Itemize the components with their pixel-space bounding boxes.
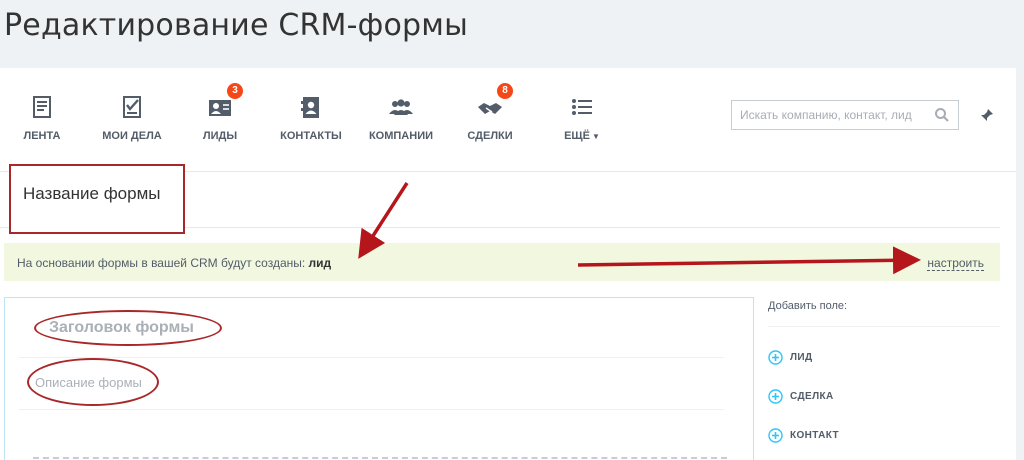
leads-badge: 3 <box>227 83 243 99</box>
nav-item-tasks[interactable]: Мои дела <box>100 94 164 142</box>
leads-icon: 3 <box>205 83 243 124</box>
page-title: Редактирование CRM-формы <box>4 8 468 43</box>
nav-item-leads[interactable]: 3 Лиды <box>196 83 244 142</box>
add-field-title: Добавить поле: <box>768 297 1000 327</box>
form-header-row: Заголовок формы <box>19 298 724 358</box>
notice-message: На основании формы в вашей CRM будут соз… <box>17 256 306 270</box>
nav-item-feed[interactable]: Лента <box>18 94 66 142</box>
search-icon[interactable] <box>934 107 950 123</box>
nav-label: Сделки <box>467 130 513 142</box>
add-field-sidebar: Добавить поле: Лид Сделка Контакт <box>768 297 1000 443</box>
nav-label-more: Ещё ▼ <box>560 130 604 142</box>
nav-label: Компании <box>368 130 434 142</box>
nav-item-deals[interactable]: 8 Сделки <box>464 83 516 142</box>
form-description-placeholder[interactable]: Описание формы <box>27 358 159 406</box>
notice-text: На основании формы в вашей CRM будут соз… <box>17 256 331 270</box>
feed-icon <box>27 94 57 124</box>
pin-icon[interactable] <box>980 108 994 122</box>
nav-label: Ещё <box>564 130 590 142</box>
deals-badge: 8 <box>497 83 513 99</box>
add-field-label: Лид <box>790 352 813 363</box>
tasks-icon <box>117 94 147 124</box>
top-nav: Лента Мои дела 3 Лиды Контакты К <box>0 68 1016 172</box>
form-name-field[interactable]: Название формы <box>9 164 185 234</box>
nav-item-contacts[interactable]: Контакты <box>278 94 344 142</box>
deals-icon: 8 <box>475 83 513 124</box>
drop-zone-divider <box>33 457 727 459</box>
add-field-label: Контакт <box>790 430 840 441</box>
notice-entity: лид <box>308 256 332 270</box>
more-icon <box>567 94 597 124</box>
nav-item-more[interactable]: Ещё ▼ <box>560 94 604 142</box>
nav-label: Лента <box>23 130 61 142</box>
form-name-row: Название формы <box>0 164 1000 234</box>
chevron-down-icon: ▼ <box>591 132 600 141</box>
entity-notice: На основании формы в вашей CRM будут соз… <box>4 243 1000 281</box>
plus-icon <box>768 389 783 404</box>
form-header-placeholder[interactable]: Заголовок формы <box>34 310 222 346</box>
add-field-label: Сделка <box>790 391 834 402</box>
companies-icon <box>386 94 416 124</box>
plus-icon <box>768 428 783 443</box>
search-box <box>731 100 959 130</box>
nav-label: Мои дела <box>102 130 162 142</box>
nav-label: Лиды <box>202 130 238 142</box>
configure-link[interactable]: настроить <box>927 256 984 271</box>
form-description-row: Описание формы <box>19 358 724 410</box>
search-input[interactable] <box>732 101 928 129</box>
nav-item-companies[interactable]: Компании <box>366 94 436 142</box>
contacts-icon <box>296 94 326 124</box>
plus-icon <box>768 350 783 365</box>
nav-label: Контакты <box>280 130 342 142</box>
crm-form-panel: Лента Мои дела 3 Лиды Контакты К <box>0 68 1016 460</box>
form-editor: Заголовок формы Описание формы <box>4 297 754 460</box>
